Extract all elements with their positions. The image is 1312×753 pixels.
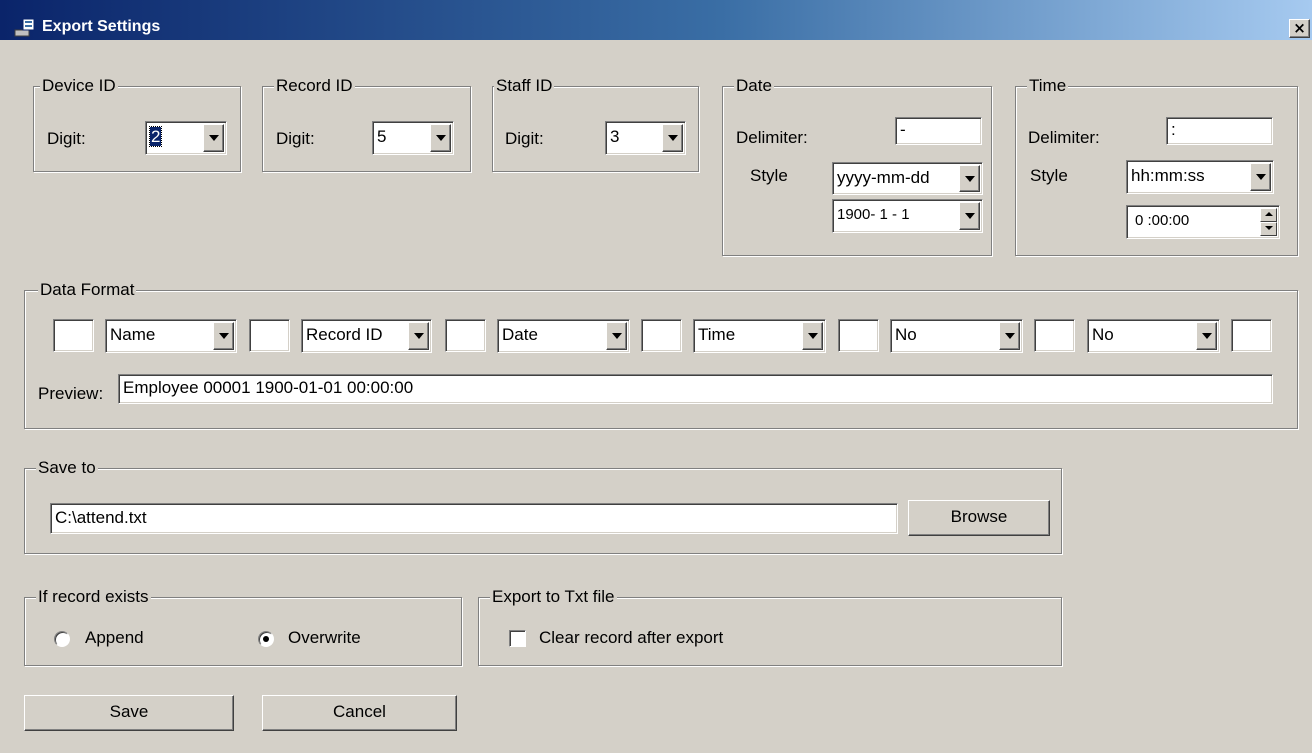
staff-id-digit-label: Digit: — [505, 129, 544, 148]
preview-field: Employee 00001 1900-01-01 00:00:00 — [118, 374, 1273, 404]
separator-input-2[interactable] — [249, 319, 290, 352]
time-style-label: Style — [1030, 166, 1068, 185]
date-legend: Date — [734, 76, 774, 95]
close-icon: × — [1293, 19, 1306, 37]
separator-input-3[interactable] — [445, 319, 486, 352]
device-id-digit-label: Digit: — [47, 129, 86, 148]
clear-record-checkbox[interactable] — [509, 630, 526, 647]
window-title: Export Settings — [42, 18, 161, 35]
time-delimiter-label: Delimiter: — [1028, 128, 1100, 147]
date-start-picker[interactable]: 1900- 1 - 1 — [832, 199, 983, 233]
time-legend: Time — [1027, 76, 1069, 95]
save-path-input[interactable]: C:\attend.txt — [50, 503, 898, 534]
date-delimiter-input[interactable]: - — [895, 117, 982, 145]
time-start-spinner[interactable]: 0 :00:00 — [1126, 205, 1280, 239]
chevron-down-icon[interactable] — [203, 124, 224, 152]
if-exists-legend: If record exists — [36, 587, 151, 606]
separator-input-5[interactable] — [838, 319, 879, 352]
data-field-select-4[interactable]: Time — [693, 319, 826, 353]
date-style-label: Style — [750, 166, 788, 185]
separator-input-4[interactable] — [641, 319, 682, 352]
data-field-select-5[interactable]: No — [890, 319, 1023, 353]
save-to-legend: Save to — [36, 458, 98, 477]
overwrite-radio[interactable] — [258, 631, 274, 647]
app-icon — [14, 18, 35, 37]
clear-record-label[interactable]: Clear record after export — [539, 628, 723, 648]
spin-up-icon[interactable] — [1260, 208, 1277, 222]
record-id-digit-select[interactable]: 5 — [372, 121, 454, 155]
date-style-select[interactable]: yyyy-mm-dd — [832, 162, 983, 195]
radio-selected-dot — [263, 636, 269, 642]
overwrite-label[interactable]: Overwrite — [288, 628, 361, 648]
data-format-legend: Data Format — [38, 280, 137, 299]
device-id-digit-select[interactable]: 2 — [145, 121, 227, 155]
separator-input-6[interactable] — [1034, 319, 1075, 352]
chevron-down-icon[interactable] — [1250, 163, 1271, 191]
data-format-group — [24, 290, 1298, 429]
staff-id-digit-select[interactable]: 3 — [605, 121, 686, 155]
export-txt-legend: Export to Txt file — [490, 587, 617, 606]
record-id-legend: Record ID — [274, 76, 355, 95]
save-button[interactable]: Save — [24, 695, 234, 731]
close-button[interactable]: × — [1289, 19, 1310, 38]
title-bar — [0, 0, 1312, 40]
chevron-down-icon[interactable] — [802, 322, 823, 350]
spin-down-icon[interactable] — [1260, 222, 1277, 236]
chevron-down-icon[interactable] — [606, 322, 627, 350]
chevron-down-icon[interactable] — [213, 322, 234, 350]
date-delimiter-label: Delimiter: — [736, 128, 808, 147]
time-delimiter-input[interactable]: : — [1166, 117, 1273, 145]
chevron-down-icon[interactable] — [999, 322, 1020, 350]
spinner-arrows-icon[interactable] — [1260, 208, 1277, 236]
browse-button[interactable]: Browse — [908, 500, 1050, 536]
preview-label: Preview: — [38, 384, 104, 403]
cancel-button[interactable]: Cancel — [262, 695, 457, 731]
append-radio[interactable] — [54, 631, 70, 647]
chevron-down-icon[interactable] — [662, 124, 683, 152]
chevron-down-icon[interactable] — [430, 124, 451, 152]
chevron-down-icon[interactable] — [959, 202, 980, 230]
device-id-legend: Device ID — [40, 76, 118, 95]
data-field-select-2[interactable]: Record ID — [301, 319, 432, 353]
chevron-down-icon[interactable] — [959, 165, 980, 192]
chevron-down-icon[interactable] — [1196, 322, 1217, 350]
staff-id-legend: Staff ID — [494, 76, 555, 95]
record-id-digit-label: Digit: — [276, 129, 315, 148]
append-label[interactable]: Append — [85, 628, 144, 648]
chevron-down-icon[interactable] — [408, 322, 429, 350]
separator-input-7[interactable] — [1231, 319, 1272, 352]
separator-input-1[interactable] — [53, 319, 94, 352]
data-field-select-6[interactable]: No — [1087, 319, 1220, 353]
data-field-select-1[interactable]: Name — [105, 319, 237, 353]
data-field-select-3[interactable]: Date — [497, 319, 630, 353]
time-style-select[interactable]: hh:mm:ss — [1126, 160, 1274, 194]
